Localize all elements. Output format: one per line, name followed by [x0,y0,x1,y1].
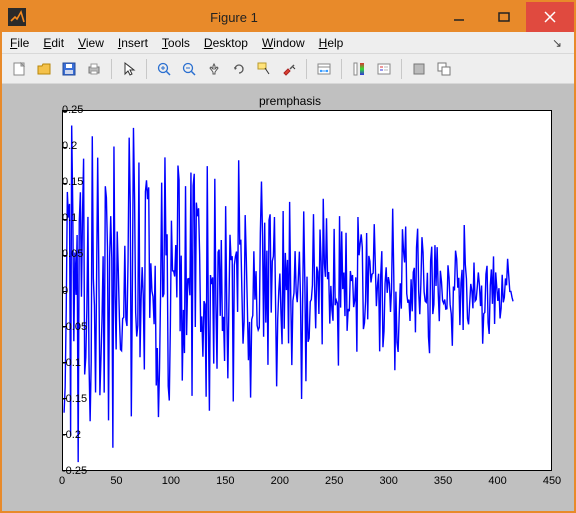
legend-button[interactable] [373,58,395,80]
matlab-icon [8,8,26,26]
y-tick-label: 0.15 [62,176,68,188]
y-tick-label: 0.2 [62,140,68,152]
menu-edit[interactable]: Edit [43,36,64,50]
x-tick-label: 200 [271,471,289,487]
close-button[interactable] [526,2,574,32]
colorbar-button[interactable] [348,58,370,80]
new-figure-button[interactable] [8,58,30,80]
y-tick-label: 0.25 [62,104,68,116]
y-tick-label: -0.1 [62,357,68,369]
x-tick-label: 350 [434,471,452,487]
menu-window[interactable]: Window [262,36,305,50]
window-title: Figure 1 [32,10,436,25]
menu-help[interactable]: Help [319,36,344,50]
zoom-in-button[interactable] [153,58,175,80]
brush-button[interactable] [278,58,300,80]
menu-tools[interactable]: Tools [162,36,190,50]
signal-line [64,126,513,463]
figure-canvas[interactable]: premphasis -0.25-0.2-0.15-0.1-0.0500.050… [2,84,574,511]
print-button[interactable] [83,58,105,80]
x-tick-label: 400 [488,471,506,487]
link-button[interactable] [313,58,335,80]
pan-button[interactable] [203,58,225,80]
menu-file[interactable]: File [10,36,29,50]
menu-view[interactable]: View [78,36,104,50]
axes[interactable] [62,110,552,471]
zoom-out-button[interactable] [178,58,200,80]
pointer-button[interactable] [118,58,140,80]
x-tick-label: 450 [543,471,561,487]
rotate-button[interactable] [228,58,250,80]
x-tick-label: 250 [325,471,343,487]
window-controls [436,2,574,32]
show-tools-button[interactable] [433,58,455,80]
x-tick-label: 0 [59,471,65,487]
figure-window: Figure 1 File Edit View Insert Tools Des… [0,0,576,513]
x-tick-label: 50 [110,471,122,487]
y-tick-label: 0.05 [62,248,68,260]
data-cursor-button[interactable] [253,58,275,80]
y-tick-label: -0.2 [62,429,68,441]
toolbar [2,54,574,84]
y-tick-label: 0 [62,285,68,297]
menu-desktop[interactable]: Desktop [204,36,248,50]
maximize-button[interactable] [481,2,526,32]
x-tick-label: 150 [216,471,234,487]
hide-tools-button[interactable] [408,58,430,80]
dock-icon[interactable]: ↘ [552,36,566,50]
menu-insert[interactable]: Insert [118,36,148,50]
chart-title: premphasis [20,94,560,108]
titlebar: Figure 1 [2,2,574,32]
menubar: File Edit View Insert Tools Desktop Wind… [2,32,574,54]
minimize-button[interactable] [436,2,481,32]
open-button[interactable] [33,58,55,80]
y-tick-label: -0.05 [62,321,68,333]
y-tick-label: -0.15 [62,393,68,405]
save-button[interactable] [58,58,80,80]
x-tick-label: 300 [379,471,397,487]
x-tick-label: 100 [162,471,180,487]
y-tick-label: 0.1 [62,212,68,224]
